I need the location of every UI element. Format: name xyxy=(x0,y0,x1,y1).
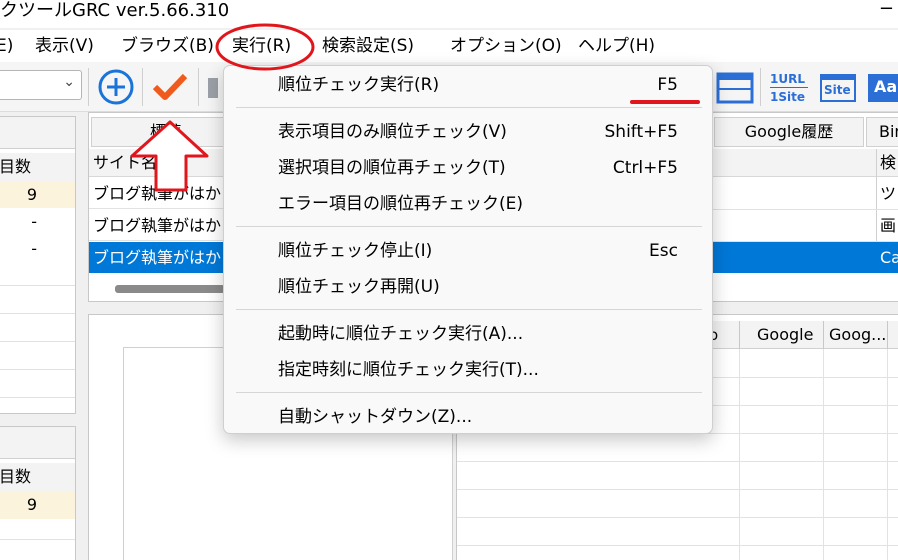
menu-help[interactable]: ヘルプ(H) xyxy=(578,35,655,57)
site-icon[interactable]: Site xyxy=(818,68,860,106)
menu-item-selected-recheck[interactable]: 選択項目の順位再チェック(T) Ctrl+F5 xyxy=(224,151,712,185)
menu-edit[interactable]: E) xyxy=(0,35,13,57)
tab-standard[interactable]: 標準 xyxy=(91,117,241,147)
aa-icon[interactable]: Aa xyxy=(866,68,898,106)
column-header: 目数 xyxy=(0,463,75,491)
menu-item-error-recheck[interactable]: エラー項目の順位再チェック(E) xyxy=(224,187,712,221)
table-cell: ツ xyxy=(880,184,897,203)
graph-header: Google xyxy=(757,325,814,344)
toolbar-separator xyxy=(760,68,761,106)
right-panel: Google履歴 Bin 検 ツ 画 Ca xyxy=(690,112,898,302)
menu-item-resume-check[interactable]: 順位チェック再開(U) xyxy=(224,270,712,304)
project-combo[interactable]: ⌄ xyxy=(0,70,82,100)
left-bottom-panel: 目数 9 xyxy=(0,426,76,560)
column-header: 目数 xyxy=(0,153,75,181)
stop-icon[interactable] xyxy=(204,68,222,106)
shortcut-label: F5 xyxy=(657,75,678,95)
menu-separator xyxy=(236,309,702,310)
menu-search-settings[interactable]: 検索設定(S) xyxy=(322,35,414,57)
menu-view[interactable]: 表示(V) xyxy=(35,35,94,57)
menu-item-run-rank-check[interactable]: 順位チェック実行(R) F5 xyxy=(224,68,712,102)
menu-item-stop-check[interactable]: 順位チェック停止(I) Esc xyxy=(224,234,712,268)
menu-item-visible-only-check[interactable]: 表示項目のみ順位チェック(V) Shift+F5 xyxy=(224,115,712,149)
menu-item-check-on-startup[interactable]: 起動時に順位チェック実行(A)... xyxy=(224,317,712,351)
1url-1site-icon[interactable]: 1URL 1Site xyxy=(766,68,812,106)
menu-item-check-at-time[interactable]: 指定時刻に順位チェック実行(T)... xyxy=(224,353,712,387)
toolbar-separator xyxy=(88,68,89,106)
tab-bing[interactable]: Bin xyxy=(866,117,898,147)
menu-bar: E) 表示(V) ブラウズ(B) 実行(R) 検索設定(S) オプション(O) … xyxy=(0,30,898,62)
graph-header: Goog... xyxy=(829,325,887,344)
menu-separator xyxy=(236,392,702,393)
menu-separator xyxy=(236,107,702,108)
aa-label: Aa xyxy=(874,77,898,96)
chevron-down-icon[interactable]: ⌄ xyxy=(63,74,75,90)
left-top-panel: 目数 9 - - xyxy=(0,116,76,414)
count-cell: 9 xyxy=(0,491,75,519)
shortcut-label: Ctrl+F5 xyxy=(612,158,678,178)
count-cell: 9 xyxy=(0,181,75,208)
site-label: Site xyxy=(824,83,851,97)
menu-options[interactable]: オプション(O) xyxy=(450,35,562,57)
check-run-icon[interactable] xyxy=(150,68,190,106)
menu-run[interactable]: 実行(R) xyxy=(232,35,291,57)
table-row-selected[interactable] xyxy=(690,242,898,273)
1url-label: 1URL xyxy=(770,72,805,86)
shortcut-label: Shift+F5 xyxy=(604,122,678,142)
add-circle-icon[interactable] xyxy=(96,68,136,106)
count-cell: - xyxy=(31,212,37,231)
table-cell: 画 xyxy=(880,216,897,235)
minimize-icon[interactable]: − xyxy=(879,0,894,19)
tab-google-history[interactable]: Google履歴 xyxy=(714,117,864,147)
menu-separator xyxy=(236,226,702,227)
1site-label: 1Site xyxy=(770,90,805,104)
count-cell: - xyxy=(31,239,37,258)
horizontal-scrollbar[interactable] xyxy=(115,285,225,293)
table-cell: Ca xyxy=(880,248,898,267)
shortcut-label: Esc xyxy=(649,241,678,261)
toolbar-separator xyxy=(142,68,143,106)
menu-browse[interactable]: ブラウズ(B) xyxy=(121,35,214,57)
run-menu-dropdown: 順位チェック実行(R) F5 表示項目のみ順位チェック(V) Shift+F5 … xyxy=(223,65,713,434)
window-title: クツールGRC ver.5.66.310 xyxy=(0,0,230,21)
column-header: 検 xyxy=(880,153,897,172)
toolbar-separator xyxy=(198,68,199,106)
window-layout-icon[interactable] xyxy=(715,68,755,106)
menu-item-auto-shutdown[interactable]: 自動シャットダウン(Z)... xyxy=(224,400,712,434)
title-bar: クツールGRC ver.5.66.310 − xyxy=(0,0,898,28)
